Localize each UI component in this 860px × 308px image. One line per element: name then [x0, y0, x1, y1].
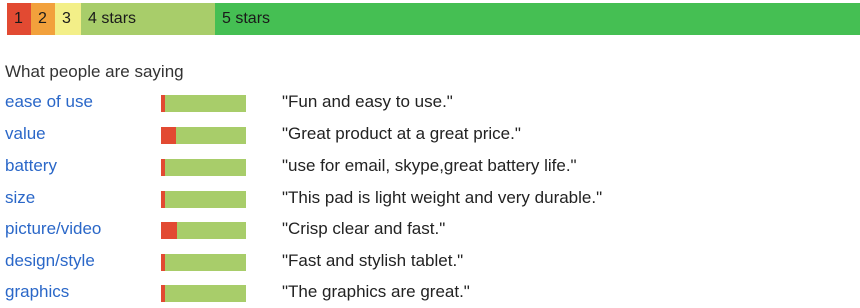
aspect-quote: "use for email, skype,great battery life…	[282, 156, 577, 175]
aspect-row-design-style: design/style "Fast and stylish tablet."	[0, 248, 860, 278]
aspect-link-picture-video[interactable]: picture/video	[5, 219, 101, 239]
aspect-row-size: size "This pad is light weight and very …	[0, 185, 860, 215]
aspect-link-value[interactable]: value	[5, 124, 46, 144]
aspect-quote: "This pad is light weight and very durab…	[282, 188, 603, 207]
sentiment-positive-fill	[177, 222, 246, 239]
aspect-row-value: value "Great product at a great price."	[0, 121, 860, 151]
aspect-link-design-style[interactable]: design/style	[5, 251, 95, 271]
rating-1-star-segment[interactable]: 1	[7, 3, 31, 35]
sentiment-positive-fill	[165, 95, 246, 112]
sentiment-positive-fill	[165, 191, 246, 208]
aspect-row-picture-video: picture/video "Crisp clear and fast."	[0, 216, 860, 246]
sentiment-negative-fill	[161, 127, 177, 144]
aspect-quote: "The graphics are great."	[282, 282, 470, 301]
aspect-quote: "Crisp clear and fast."	[282, 219, 446, 238]
aspect-row-battery: battery "use for email, skype,great batt…	[0, 153, 860, 183]
aspect-quote: "Fast and stylish tablet."	[282, 251, 464, 270]
sentiment-positive-fill	[165, 285, 246, 302]
sentiment-bar	[161, 191, 246, 208]
rating-distribution-bar: 1 2 3 4 stars 5 stars	[7, 3, 860, 35]
sentiment-bar	[161, 285, 246, 302]
section-title: What people are saying	[5, 62, 184, 81]
sentiment-positive-fill	[176, 127, 246, 144]
aspect-quote: "Fun and easy to use."	[282, 92, 453, 111]
aspect-link-battery[interactable]: battery	[5, 156, 57, 176]
rating-4-star-segment[interactable]: 4 stars	[81, 3, 215, 35]
aspect-row-graphics: graphics "The graphics are great."	[0, 279, 860, 308]
rating-3-star-segment[interactable]: 3	[55, 3, 81, 35]
sentiment-positive-fill	[165, 254, 246, 271]
reviews-summary: 1 2 3 4 stars 5 stars What people are sa…	[0, 0, 860, 308]
sentiment-bar	[161, 95, 246, 112]
aspect-link-graphics[interactable]: graphics	[5, 282, 69, 302]
rating-5-star-segment[interactable]: 5 stars	[215, 3, 860, 35]
sentiment-bar	[161, 159, 246, 176]
sentiment-negative-fill	[161, 222, 178, 239]
rating-2-star-segment[interactable]: 2	[31, 3, 55, 35]
sentiment-bar	[161, 254, 246, 271]
sentiment-bar	[161, 222, 246, 239]
aspect-link-size[interactable]: size	[5, 188, 35, 208]
aspect-row-ease-of-use: ease of use "Fun and easy to use."	[0, 89, 860, 119]
aspect-quote: "Great product at a great price."	[282, 124, 521, 143]
sentiment-positive-fill	[165, 159, 246, 176]
aspect-link-ease-of-use[interactable]: ease of use	[5, 92, 93, 112]
sentiment-bar	[161, 127, 246, 144]
